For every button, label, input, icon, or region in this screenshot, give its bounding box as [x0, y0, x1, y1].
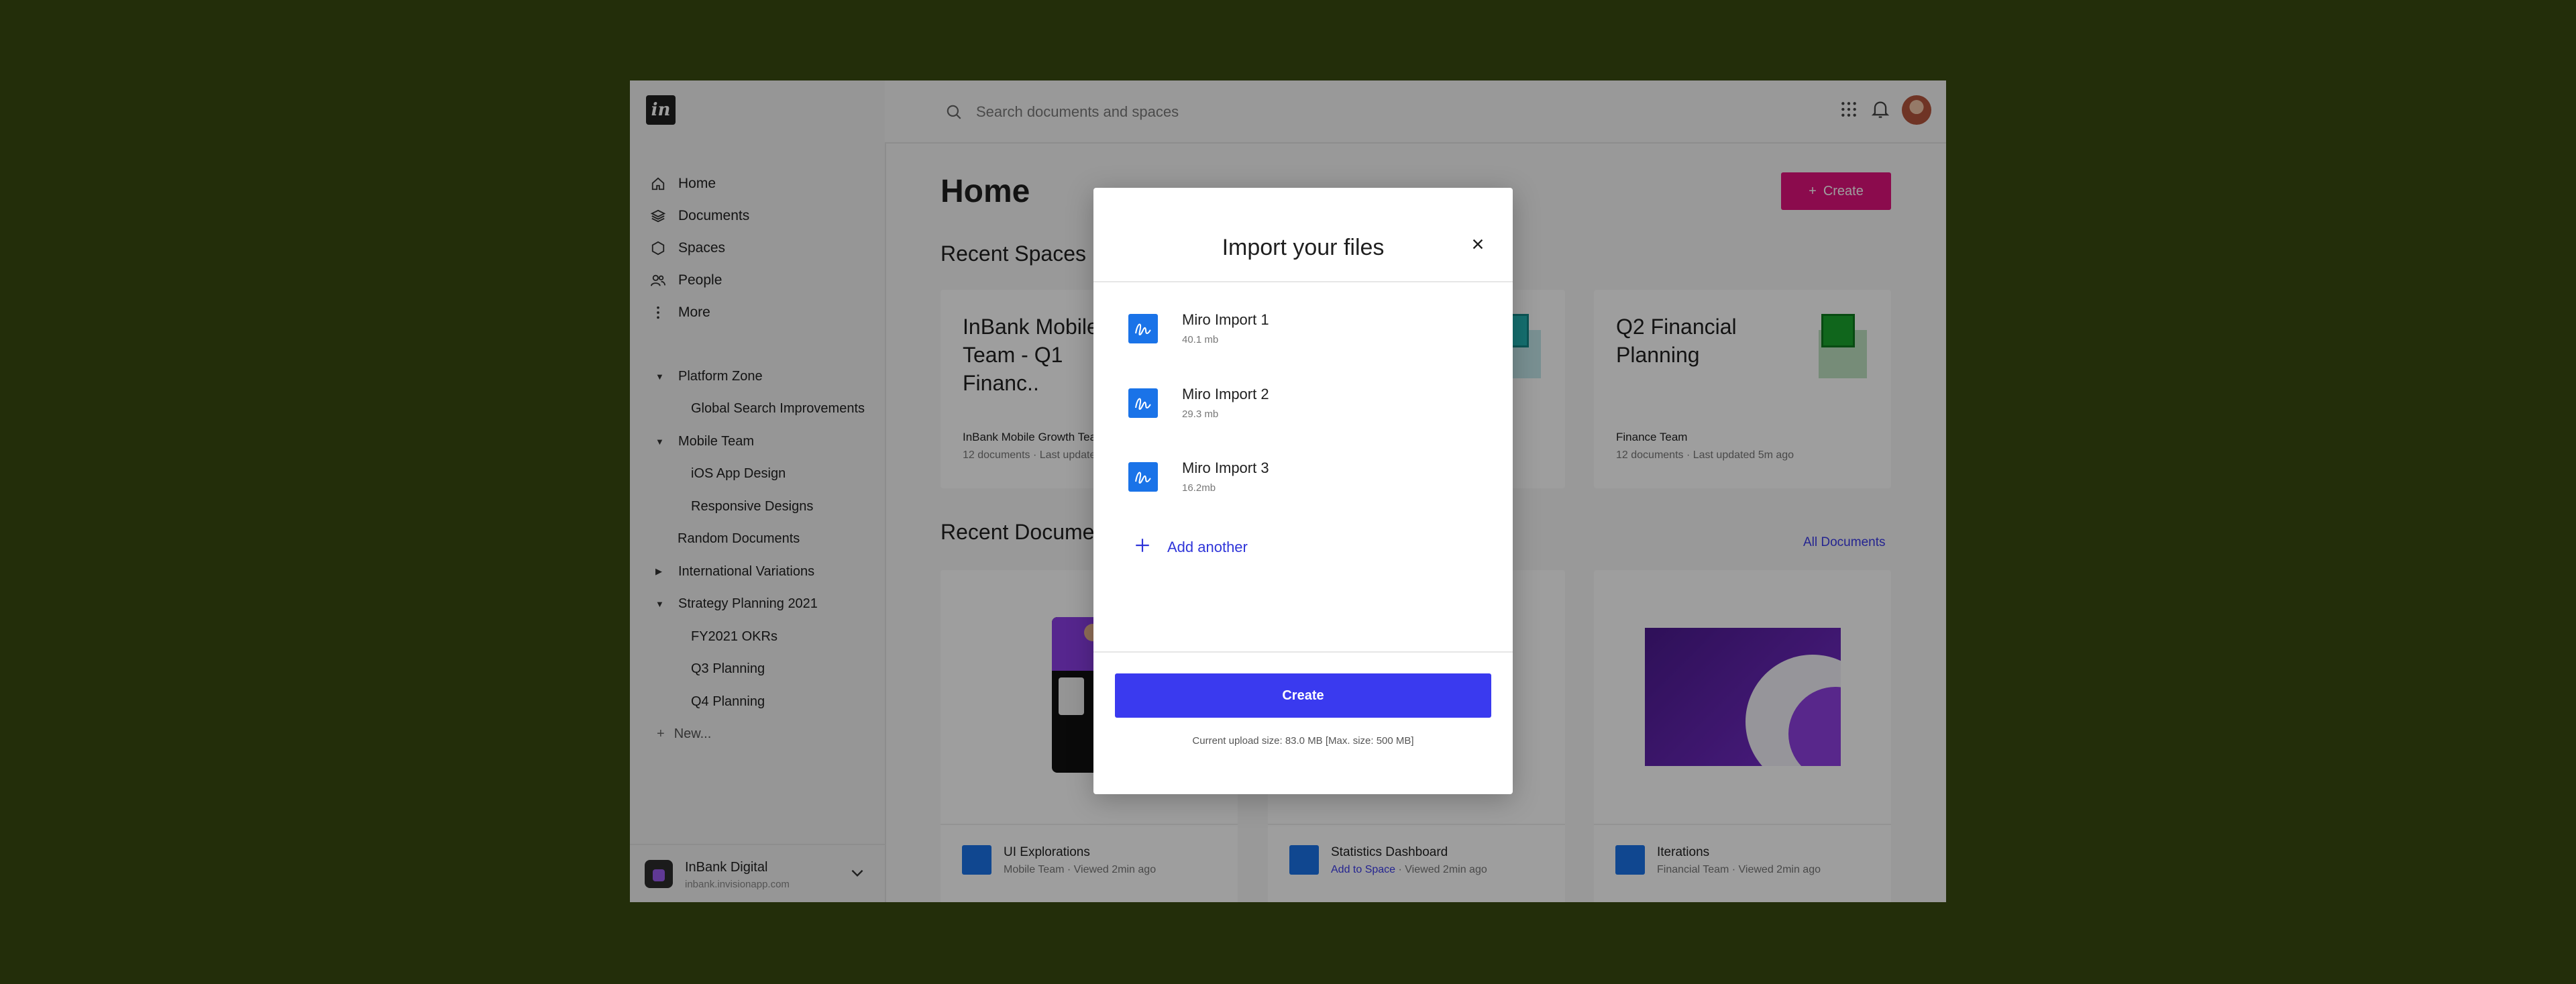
modal-title: Import your files: [1222, 235, 1385, 260]
add-another-label: Add another: [1167, 539, 1248, 555]
modal-divider: [1093, 651, 1513, 653]
close-icon[interactable]: [1468, 235, 1487, 254]
import-file-row[interactable]: Miro Import 1 40.1 mb: [1128, 306, 1477, 353]
freehand-file-icon: [1128, 462, 1158, 492]
file-size: 16.2mb: [1182, 482, 1216, 494]
file-name: Miro Import 2: [1182, 386, 1269, 402]
modal-create-button[interactable]: Create: [1115, 673, 1491, 718]
import-file-row[interactable]: Miro Import 3 16.2mb: [1128, 454, 1477, 501]
import-files-modal: Import your files Miro Import 1 40.1 mb …: [1093, 188, 1513, 794]
upload-size-note: Current upload size: 83.0 MB [Max. size:…: [1192, 735, 1414, 747]
file-size: 29.3 mb: [1182, 408, 1219, 420]
add-another-button[interactable]: Add another: [1134, 537, 1248, 558]
file-name: Miro Import 1: [1182, 311, 1269, 328]
plus-icon: [1134, 537, 1151, 558]
file-name: Miro Import 3: [1182, 459, 1269, 476]
freehand-file-icon: [1128, 388, 1158, 418]
file-size: 40.1 mb: [1182, 334, 1219, 345]
import-file-row[interactable]: Miro Import 2 29.3 mb: [1128, 380, 1477, 427]
freehand-file-icon: [1128, 314, 1158, 343]
modal-divider: [1093, 281, 1513, 282]
